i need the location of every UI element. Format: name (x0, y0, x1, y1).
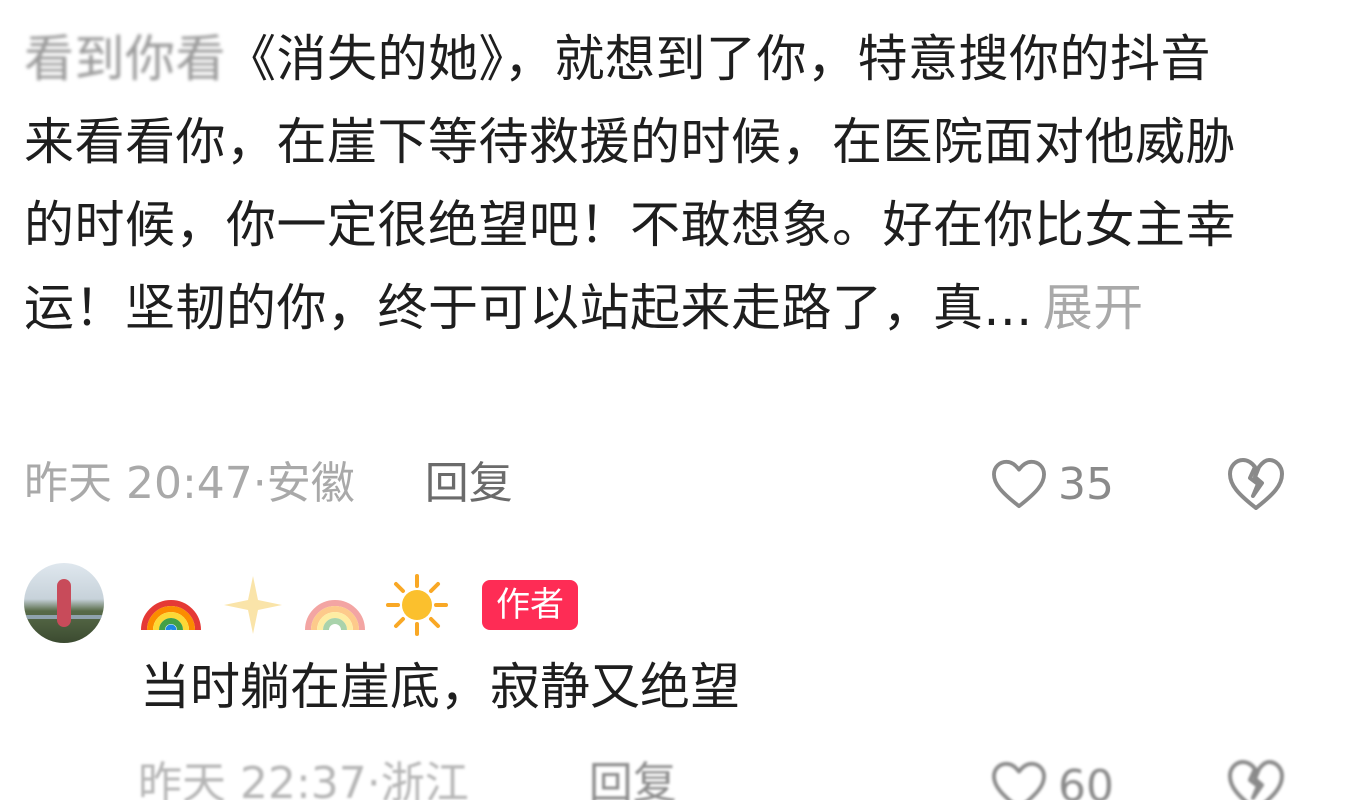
comment-text: 看到你看《消失的她》，就想到了你，特意搜你的抖音来看看你，在崖下等待救援的时候，… (24, 18, 1254, 350)
sparkle-icon (224, 576, 282, 634)
avatar[interactable] (24, 563, 104, 643)
comment-location: 安徽 (266, 458, 355, 509)
rainbow-icon (305, 600, 365, 631)
rainbow-icon (141, 600, 201, 631)
broken-heart-icon[interactable] (1226, 456, 1286, 512)
reply-button[interactable]: 回复 (589, 752, 677, 800)
sun-icon (386, 574, 448, 636)
comment-timestamp: 昨天 20:47 (24, 458, 253, 509)
broken-heart-icon[interactable] (1226, 758, 1286, 800)
comment-thread: 看到你看《消失的她》，就想到了你，特意搜你的抖音来看看你，在崖下等待救援的时候，… (0, 0, 1352, 800)
like-count: 35 (1058, 458, 1114, 510)
reply-text: 当时躺在崖底，寂静又绝望 (140, 658, 740, 716)
like-button[interactable]: 35 (990, 452, 1114, 516)
meta-separator: · (252, 458, 267, 509)
heart-icon (992, 761, 1046, 800)
reply-meta: 昨天 22:37 · 浙江 回复 (138, 752, 677, 800)
reply-like-button[interactable]: 60 (990, 754, 1114, 800)
reply-timestamp: 昨天 22:37 (138, 758, 367, 800)
author-badge: 作者 (482, 580, 578, 630)
blurred-prefix: 看到你看 (24, 30, 226, 88)
reply-location: 浙江 (380, 758, 469, 800)
expand-link[interactable]: 展开 (1043, 279, 1144, 337)
meta-separator: · (366, 758, 381, 800)
reply-button[interactable]: 回复 (425, 452, 513, 516)
heart-icon (992, 459, 1046, 509)
comment-meta: 昨天 20:47 · 安徽 回复 (24, 452, 513, 516)
avatar-figure (57, 579, 71, 627)
reply-author-name[interactable]: 作者 (138, 572, 578, 638)
reply-like-count: 60 (1058, 760, 1114, 800)
